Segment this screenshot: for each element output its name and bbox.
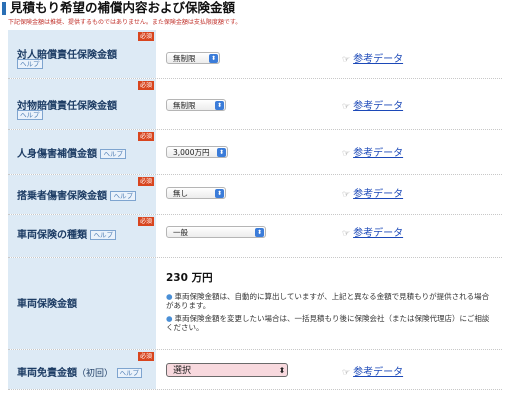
row-label-cell: 車両免責金額（初回） ヘルプ 必須 xyxy=(8,350,156,389)
vehicle-amount-note-1: ● 車両保険金額は、自動的に算出していますが、上記と異なる金額で見積もりが提供され… xyxy=(166,292,496,310)
select-value: 無制限 xyxy=(173,54,196,63)
reference-data-link[interactable]: ☞ 参考データ xyxy=(342,144,403,159)
row-personal-injury: 人身傷害補償金額 ヘルプ 必須 3,000万円 ⬍ ☞ 参考データ xyxy=(8,130,502,175)
reference-data-link[interactable]: ☞ 参考データ xyxy=(342,185,403,200)
note-text: 車両保険金額は、自動的に算出していますが、上記と異なる金額で見積もりが提供される… xyxy=(166,292,490,310)
property-damage-select[interactable]: 無制限 ⬍ xyxy=(166,99,226,111)
updown-arrow-icon: ⬍ xyxy=(215,189,224,198)
updown-arrow-icon: ⬍ xyxy=(217,148,226,157)
required-badge: 必須 xyxy=(137,177,154,186)
row-label-cell: 搭乗者傷害保険金額 ヘルプ 必須 xyxy=(8,175,156,214)
reference-data-link[interactable]: ☞ 参考データ xyxy=(342,50,403,65)
row-label-text: 搭乗者傷害保険金額 xyxy=(17,191,107,202)
row-label-text: 車両保険の種類 xyxy=(17,230,87,241)
row-label-cell: 車両保険の種類 ヘルプ 必須 xyxy=(8,215,156,257)
row-label-cell: 人身傷害補償金額 ヘルプ 必須 xyxy=(8,130,156,174)
row-label-text: 人身傷害補償金額 xyxy=(17,149,97,160)
row-bodily-injury-liability: 対人賠償責任保険金額 ヘルプ 必須 無制限 ⬍ ☞ 参考データ xyxy=(8,30,502,79)
row-label-cell: 車両保険金額 xyxy=(8,258,156,349)
pointing-hand-icon: ☞ xyxy=(342,229,351,239)
pointing-hand-icon: ☞ xyxy=(342,102,351,112)
required-badge: 必須 xyxy=(137,81,154,90)
disclaimer-note: 下記保険金額は推奨、提供するものではありません。また保険金額は支払限度額です。 xyxy=(8,19,242,26)
page-title: 見積もり希望の補償内容および保険金額 xyxy=(10,0,236,15)
title-accent-bar xyxy=(2,2,6,15)
row-label: 人身傷害補償金額 ヘルプ xyxy=(17,145,126,160)
row-label-text: 車両免責金額 xyxy=(17,368,77,379)
reference-data-link[interactable]: ☞ 参考データ xyxy=(342,97,403,112)
row-label-cell: 対物賠償責任保険金額 ヘルプ 必須 xyxy=(8,79,156,129)
reference-link-text[interactable]: 参考データ xyxy=(353,367,403,378)
row-passenger-injury: 搭乗者傷害保険金額 ヘルプ 必須 無し ⬍ ☞ 参考データ xyxy=(8,175,502,215)
help-button[interactable]: ヘルプ xyxy=(110,191,136,201)
vehicle-amount-value: 230 万円 xyxy=(166,272,213,284)
reference-link-text[interactable]: 参考データ xyxy=(353,228,403,239)
help-button[interactable]: ヘルプ xyxy=(116,368,142,378)
required-badge: 必須 xyxy=(137,217,154,226)
pointing-hand-icon: ☞ xyxy=(342,55,351,65)
reference-link-text[interactable]: 参考データ xyxy=(353,101,403,112)
select-value: 無し xyxy=(173,189,188,198)
updown-arrow-icon: ⬍ xyxy=(215,101,224,110)
help-button[interactable]: ヘルプ xyxy=(17,59,43,69)
vehicle-insurance-type-select[interactable]: 一般 ⬍ xyxy=(166,226,266,238)
row-label-cell: 対人賠償責任保険金額 ヘルプ 必須 xyxy=(8,30,156,78)
required-badge: 必須 xyxy=(137,132,154,141)
row-label-sub: （初回） xyxy=(77,369,114,379)
row-label: 搭乗者傷害保険金額 ヘルプ xyxy=(17,187,136,202)
bullet-icon: ● xyxy=(166,292,173,301)
reference-link-text[interactable]: 参考データ xyxy=(353,189,403,200)
select-value: 一般 xyxy=(173,228,188,237)
row-label: 車両保険金額 xyxy=(17,299,77,310)
updown-arrow-icon: ⬍ xyxy=(209,54,218,63)
row-label: 車両保険の種類 ヘルプ xyxy=(17,226,116,241)
help-button[interactable]: ヘルプ xyxy=(90,230,116,240)
page-title-bar: 見積もり希望の補償内容および保険金額 xyxy=(0,0,510,20)
reference-data-link[interactable]: ☞ 参考データ xyxy=(342,224,403,239)
deductible-select[interactable]: 選択 ⬍ xyxy=(166,363,288,377)
reference-link-text[interactable]: 参考データ xyxy=(353,54,403,65)
reference-link-text[interactable]: 参考データ xyxy=(353,148,403,159)
required-badge: 必須 xyxy=(137,32,154,41)
required-badge: 必須 xyxy=(137,352,154,361)
pointing-hand-icon: ☞ xyxy=(342,368,351,378)
row-label: 車両免責金額（初回） ヘルプ xyxy=(17,364,142,379)
updown-arrow-icon: ⬍ xyxy=(278,366,286,375)
reference-data-link[interactable]: ☞ 参考データ xyxy=(342,363,403,378)
row-property-damage-liability: 対物賠償責任保険金額 ヘルプ 必須 無制限 ⬍ ☞ 参考データ xyxy=(8,79,502,130)
pointing-hand-icon: ☞ xyxy=(342,149,351,159)
personal-injury-select[interactable]: 3,000万円 ⬍ xyxy=(166,146,228,158)
vehicle-amount-note-2: ● 車両保険金額を変更したい場合は、一括見積もり後に保険会社（または保険代理店）に… xyxy=(166,314,496,332)
updown-arrow-icon: ⬍ xyxy=(255,228,264,237)
bullet-icon: ● xyxy=(166,314,173,323)
passenger-injury-select[interactable]: 無し ⬍ xyxy=(166,187,226,199)
help-button[interactable]: ヘルプ xyxy=(17,110,43,120)
row-vehicle-deductible: 車両免責金額（初回） ヘルプ 必須 選択 ⬍ ☞ 参考データ xyxy=(8,350,502,390)
row-vehicle-insurance-type: 車両保険の種類 ヘルプ 必須 一般 ⬍ ☞ 参考データ xyxy=(8,215,502,258)
select-value: 無制限 xyxy=(173,101,196,110)
select-value: 選択 xyxy=(173,366,192,376)
row-vehicle-insured-amount: 車両保険金額 230 万円 ● 車両保険金額は、自動的に算出していますが、上記と異… xyxy=(8,258,502,350)
pointing-hand-icon: ☞ xyxy=(342,190,351,200)
select-value: 3,000万円 xyxy=(173,148,210,157)
note-text: 車両保険金額を変更したい場合は、一括見積もり後に保険会社（または保険代理店）にご… xyxy=(166,314,490,332)
bodily-injury-select[interactable]: 無制限 ⬍ xyxy=(166,52,220,64)
help-button[interactable]: ヘルプ xyxy=(100,149,126,159)
